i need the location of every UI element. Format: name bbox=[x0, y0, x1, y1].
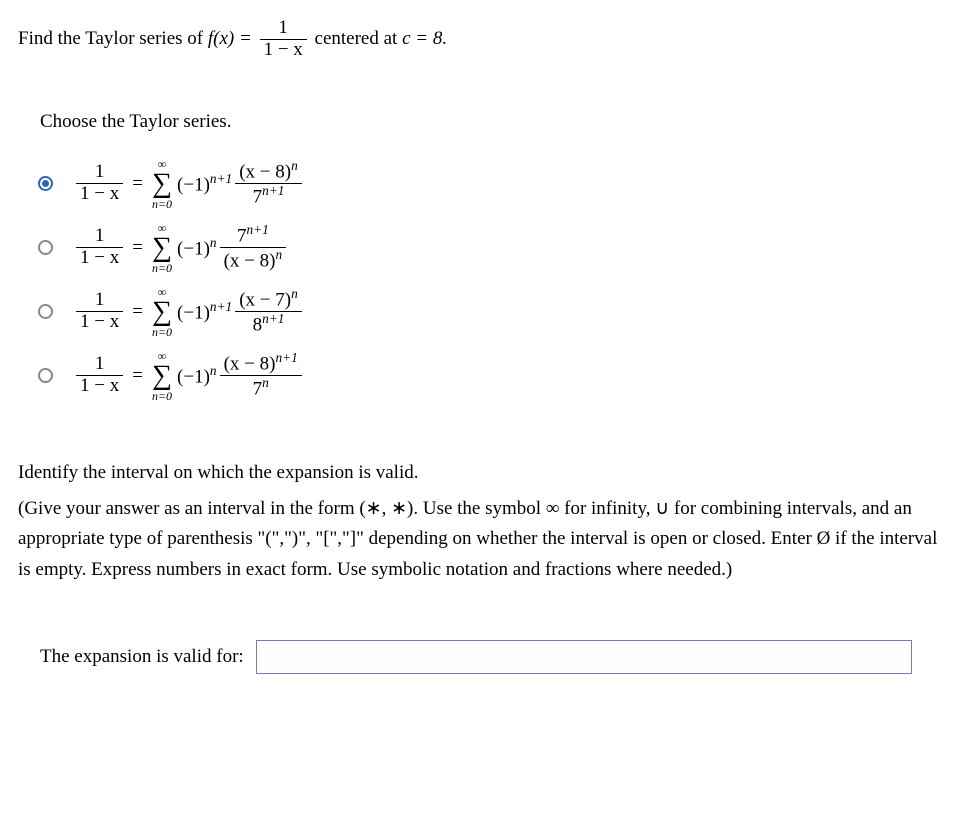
stem-fraction: 1 1 − x bbox=[260, 18, 307, 61]
part2-instructions: (Give your answer as an interval in the … bbox=[18, 494, 952, 585]
stem-suffix: centered at bbox=[315, 28, 403, 49]
options-group: 11 − x = ∞∑n=0(−1)n+1(x − 8)n7n+1 11 − x … bbox=[38, 158, 952, 402]
choose-label: Choose the Taylor series. bbox=[40, 111, 952, 133]
radio-option-4[interactable] bbox=[38, 368, 53, 383]
stem-prefix: Find the Taylor series of bbox=[18, 28, 208, 49]
option-3[interactable]: 11 − x = ∞∑n=0(−1)n+1(x − 7)n8n+1 bbox=[38, 286, 952, 338]
option-4[interactable]: 11 − x = ∞∑n=0(−1)n(x − 8)n+17n bbox=[38, 350, 952, 402]
radio-option-1[interactable] bbox=[38, 176, 53, 191]
radio-option-2[interactable] bbox=[38, 240, 53, 255]
part2: Identify the interval on which the expan… bbox=[18, 462, 952, 585]
answer-row: The expansion is valid for: bbox=[40, 640, 952, 674]
radio-option-3[interactable] bbox=[38, 304, 53, 319]
part2-heading: Identify the interval on which the expan… bbox=[18, 462, 952, 484]
stem-c: c = 8. bbox=[402, 28, 447, 49]
question-stem: Find the Taylor series of f(x) = 1 1 − x… bbox=[18, 18, 952, 61]
interval-input[interactable] bbox=[256, 640, 912, 674]
option-expression-2: 11 − x = ∞∑n=0(−1)n7n+1(x − 8)n bbox=[73, 222, 289, 274]
option-expression-4: 11 − x = ∞∑n=0(−1)n(x − 8)n+17n bbox=[73, 350, 305, 402]
answer-label: The expansion is valid for: bbox=[40, 646, 244, 668]
option-1[interactable]: 11 − x = ∞∑n=0(−1)n+1(x − 8)n7n+1 bbox=[38, 158, 952, 210]
option-expression-3: 11 − x = ∞∑n=0(−1)n+1(x − 7)n8n+1 bbox=[73, 286, 305, 338]
option-expression-1: 11 − x = ∞∑n=0(−1)n+1(x − 8)n7n+1 bbox=[73, 158, 305, 210]
option-2[interactable]: 11 − x = ∞∑n=0(−1)n7n+1(x − 8)n bbox=[38, 222, 952, 274]
stem-fx: f(x) = bbox=[208, 28, 257, 49]
